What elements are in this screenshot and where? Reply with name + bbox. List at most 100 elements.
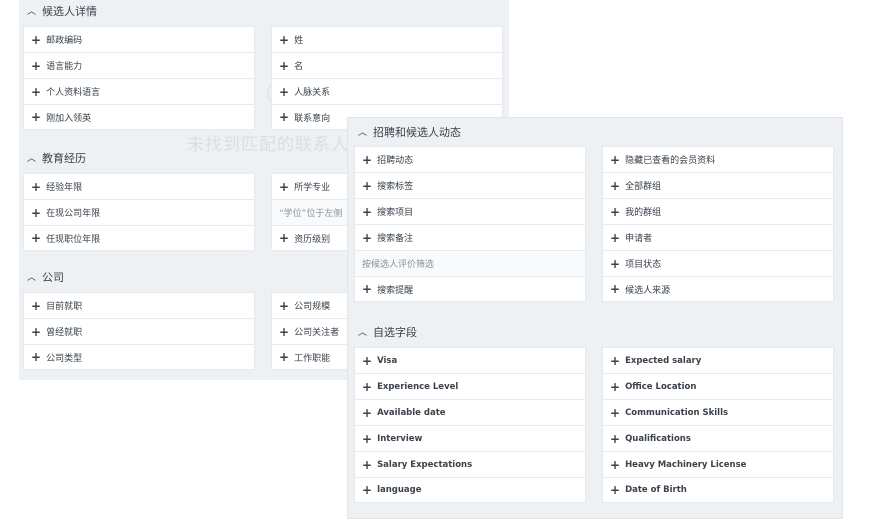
filter-option-custom-fields[interactable]: + Qualifications [602, 425, 834, 451]
plus-icon[interactable]: + [279, 86, 289, 98]
plus-icon[interactable]: + [31, 60, 41, 72]
filter-option-candidate-details[interactable]: + 邮政编码 [23, 26, 255, 52]
filter-option-company[interactable]: + 曾经就职 [23, 318, 255, 344]
plus-icon[interactable]: + [31, 326, 41, 338]
plus-icon[interactable]: + [362, 381, 372, 393]
plus-icon[interactable]: + [279, 351, 289, 363]
plus-icon[interactable]: + [610, 381, 620, 393]
section-company-header[interactable]: ︿ 公司 [27, 266, 64, 288]
filter-option-recruiting[interactable]: + 候选人来源 [602, 276, 834, 302]
plus-icon[interactable]: + [31, 300, 41, 312]
filter-option-custom-fields[interactable]: + Heavy Machinery License [602, 451, 834, 477]
filter-option-recruiting[interactable]: + 招聘动态 [354, 146, 586, 172]
plus-icon[interactable]: + [279, 232, 289, 244]
plus-icon[interactable]: + [31, 86, 41, 98]
plus-icon[interactable]: + [610, 407, 620, 419]
plus-icon[interactable]: + [610, 283, 620, 295]
filter-option-recruiting[interactable]: + 我的群组 [602, 198, 834, 224]
section-education-header[interactable]: ︿ 教育经历 [27, 147, 86, 169]
filter-option-education[interactable]: + 任现职位年限 [23, 225, 255, 251]
plus-icon[interactable]: + [279, 326, 289, 338]
plus-icon[interactable]: + [610, 258, 620, 270]
plus-icon[interactable]: + [279, 300, 289, 312]
chevron-up-icon[interactable]: ︿ [27, 151, 36, 164]
filter-option-label: 姓 [294, 36, 304, 46]
filter-option-custom-fields[interactable]: + Available date [354, 399, 586, 425]
section-title: 候选人详情 [42, 5, 98, 18]
filter-option-recruiting[interactable]: 按候选人评价筛选 [354, 250, 586, 276]
candidate-details-left: + 邮政编码 + 语言能力 + 个人资料语言 + 刚加入领英 [23, 26, 255, 130]
filter-option-company[interactable]: + 公司类型 [23, 344, 255, 370]
chevron-up-icon[interactable]: ︿ [358, 125, 367, 138]
filter-option-label: Date of Birth [625, 485, 687, 495]
filter-option-label: 招聘动态 [377, 156, 414, 166]
section-recruiting-header[interactable]: ︿ 招聘和候选人动态 [358, 121, 461, 143]
filter-option-recruiting[interactable]: + 搜索项目 [354, 198, 586, 224]
plus-icon[interactable]: + [279, 60, 289, 72]
filter-option-custom-fields[interactable]: + Experience Level [354, 373, 586, 399]
filter-option-custom-fields[interactable]: + Expected salary [602, 347, 834, 373]
filter-option-candidate-details[interactable]: + 语言能力 [23, 52, 255, 78]
filter-option-custom-fields[interactable]: + language [354, 477, 586, 503]
filter-option-company[interactable]: + 目前就职 [23, 292, 255, 318]
plus-icon[interactable]: + [362, 355, 372, 367]
plus-icon[interactable]: + [362, 433, 372, 445]
filter-option-recruiting[interactable]: + 隐藏已查看的会员资料 [602, 146, 834, 172]
plus-icon[interactable]: + [31, 207, 41, 219]
filter-option-candidate-details[interactable]: + 刚加入领英 [23, 104, 255, 130]
plus-icon[interactable]: + [279, 111, 289, 123]
filter-option-custom-fields[interactable]: + Visa [354, 347, 586, 373]
plus-icon[interactable]: + [362, 206, 372, 218]
filter-option-label: Available date [377, 407, 446, 418]
chevron-up-icon[interactable]: ︿ [27, 270, 36, 283]
plus-icon[interactable]: + [362, 232, 372, 244]
plus-icon[interactable]: + [279, 34, 289, 46]
plus-icon[interactable]: + [610, 433, 620, 445]
filter-option-candidate-details[interactable]: + 姓 [271, 26, 503, 52]
plus-icon[interactable]: + [610, 232, 620, 244]
education-left: + 经验年限 + 在现公司年限 + 任现职位年限 [23, 173, 255, 251]
plus-icon[interactable]: + [31, 232, 41, 244]
plus-icon[interactable]: + [31, 34, 41, 46]
custom-fields-right: + Expected salary + Office Location + Communi… [602, 347, 834, 503]
filter-option-recruiting[interactable]: + 搜索标签 [354, 172, 586, 198]
filter-option-recruiting[interactable]: + 全部群组 [602, 172, 834, 198]
filter-panel-front: ︿ 招聘和候选人动态 + 招聘动态 + 搜索标签 + 搜索项目 + 搜索备注 按候选人评价筛选 +… [348, 118, 842, 518]
plus-icon[interactable]: + [610, 355, 620, 367]
chevron-up-icon[interactable]: ︿ [358, 325, 367, 338]
filter-option-recruiting[interactable]: + 申请者 [602, 224, 834, 250]
filter-option-recruiting[interactable]: + 搜索提醒 [354, 276, 586, 302]
filter-option-label: Heavy Machinery License [625, 459, 747, 470]
filter-option-candidate-details[interactable]: + 名 [271, 52, 503, 78]
plus-icon[interactable]: + [362, 154, 372, 166]
filter-option-education[interactable]: + 经验年限 [23, 173, 255, 199]
filter-option-custom-fields[interactable]: + Date of Birth [602, 477, 834, 503]
plus-icon[interactable]: + [362, 283, 372, 295]
plus-icon[interactable]: + [31, 181, 41, 193]
filter-option-candidate-details[interactable]: + 个人资料语言 [23, 78, 255, 104]
filter-option-recruiting[interactable]: + 项目状态 [602, 250, 834, 276]
plus-icon[interactable]: + [610, 484, 620, 496]
filter-option-candidate-details[interactable]: + 人脉关系 [271, 78, 503, 104]
plus-icon[interactable]: + [279, 181, 289, 193]
plus-icon[interactable]: + [31, 351, 41, 363]
plus-icon[interactable]: + [362, 459, 372, 471]
plus-icon[interactable]: + [362, 484, 372, 496]
plus-icon[interactable]: + [610, 154, 620, 166]
filter-option-custom-fields[interactable]: + Office Location [602, 373, 834, 399]
chevron-up-icon[interactable]: ︿ [27, 4, 36, 17]
plus-icon[interactable]: + [362, 407, 372, 419]
filter-option-recruiting[interactable]: + 搜索备注 [354, 224, 586, 250]
section-custom-fields-header[interactable]: ︿ 自选字段 [358, 321, 417, 343]
plus-icon[interactable]: + [31, 111, 41, 123]
plus-icon[interactable]: + [610, 459, 620, 471]
section-candidate-details-header[interactable]: ︿ 候选人详情 [27, 0, 97, 22]
filter-option-label: 隐藏已查看的会员资料 [625, 156, 716, 166]
filter-option-custom-fields[interactable]: + Interview [354, 425, 586, 451]
filter-option-education[interactable]: + 在现公司年限 [23, 199, 255, 225]
filter-option-custom-fields[interactable]: + Communication Skills [602, 399, 834, 425]
plus-icon[interactable]: + [610, 180, 620, 192]
filter-option-custom-fields[interactable]: + Salary Expectations [354, 451, 586, 477]
plus-icon[interactable]: + [610, 206, 620, 218]
plus-icon[interactable]: + [362, 180, 372, 192]
